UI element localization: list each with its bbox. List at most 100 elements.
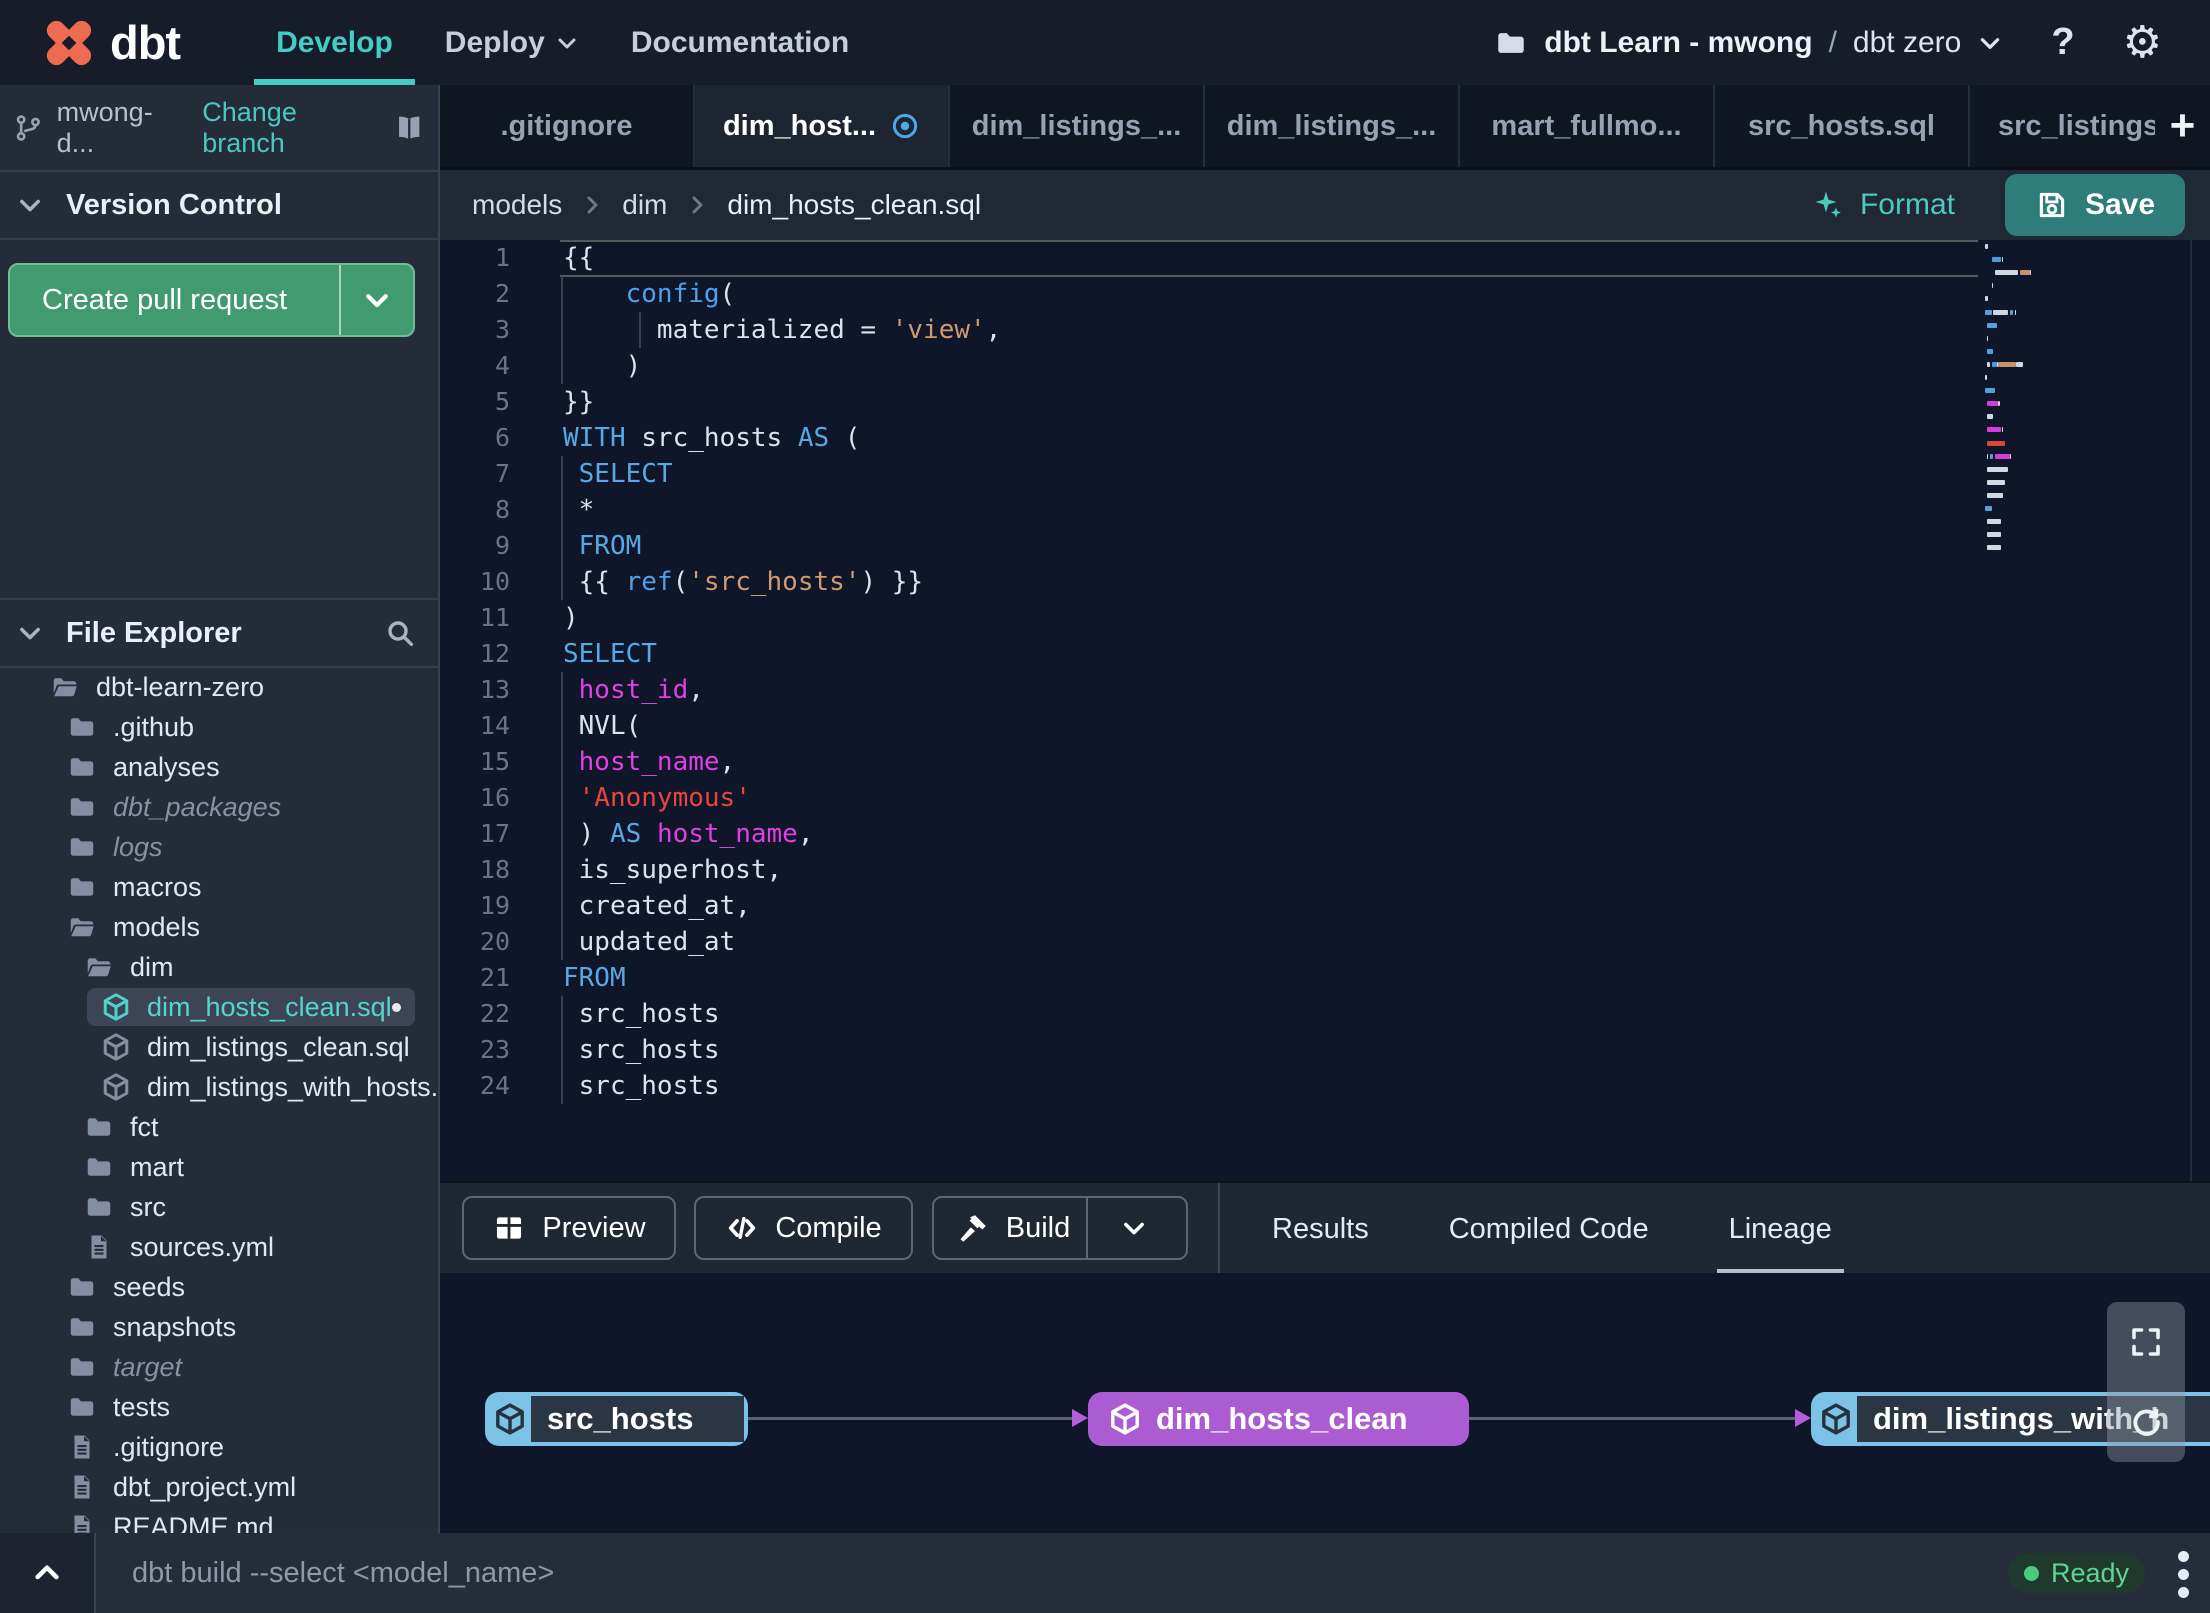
code-line[interactable]: updated_at (563, 924, 736, 960)
create-pr-dropdown-button[interactable] (341, 265, 413, 335)
minimap-line (2001, 427, 2004, 433)
code-line[interactable]: host_name, (563, 744, 736, 780)
refresh-icon[interactable] (2128, 1404, 2164, 1440)
code-line[interactable]: config( (563, 276, 736, 312)
code-line[interactable]: {{ ref('src_hosts') }} (563, 564, 923, 600)
dbt-logo[interactable]: dbt (38, 12, 181, 74)
tree-item-inner: tests (53, 1388, 414, 1426)
docs-book-icon[interactable] (394, 111, 424, 145)
code-line[interactable]: ) (563, 348, 642, 384)
code-line[interactable]: SELECT (563, 456, 673, 492)
fullscreen-icon[interactable] (2128, 1324, 2164, 1360)
file-tab-dim-host-[interactable]: dim_host... (695, 85, 950, 167)
code-line[interactable]: }} (563, 384, 594, 420)
minimap-line (1986, 414, 1994, 420)
tree-item--gitignore[interactable]: .gitignore (0, 1427, 436, 1467)
tree-item-mart[interactable]: mart (0, 1147, 436, 1187)
file-tab-src-listings-[interactable]: src_listings. (1970, 85, 2155, 167)
tree-item-readme-md[interactable]: README.md (0, 1507, 436, 1533)
preview-button[interactable]: Preview (462, 1196, 676, 1260)
folder-icon (70, 758, 94, 776)
tree-item-logs[interactable]: logs (0, 827, 436, 867)
tree-item-snapshots[interactable]: snapshots (0, 1307, 436, 1347)
tab-results[interactable]: Results (1260, 1183, 1381, 1275)
tree-item-macros[interactable]: macros (0, 867, 436, 907)
build-button[interactable]: Build (932, 1196, 1188, 1260)
lineage-node-src-hosts[interactable]: src_hosts (485, 1392, 748, 1446)
code-line[interactable]: ) (563, 600, 579, 636)
version-control-header[interactable]: Version Control (0, 170, 438, 240)
code-line[interactable]: NVL( (563, 708, 642, 744)
settings-gear-icon[interactable]: ⚙ (2123, 20, 2162, 65)
create-pull-request-label[interactable]: Create pull request (10, 265, 339, 335)
minimap-line (1998, 361, 2017, 367)
tree-item-sources-yml[interactable]: sources.yml (0, 1227, 436, 1267)
code-line[interactable]: * (563, 492, 595, 528)
code-editor[interactable]: 1 {{2 config(3 materialized = 'view', 4 ) 5… (440, 240, 2210, 1181)
unsaved-indicator-icon[interactable] (890, 111, 920, 141)
tree-item-label: dim_listings_with_hosts... (147, 1071, 436, 1102)
tree-item-tests[interactable]: tests (0, 1387, 436, 1427)
lineage-node-dim-hosts-clean[interactable]: dim_hosts_clean (1088, 1392, 1469, 1446)
tree-item-dbt-packages[interactable]: dbt_packages (0, 787, 436, 827)
editor-scrollbar-track[interactable] (2190, 240, 2192, 1181)
tree-item-src[interactable]: src (0, 1187, 436, 1227)
code-line[interactable]: src_hosts (563, 996, 720, 1032)
tree-item-fct[interactable]: fct (0, 1107, 436, 1147)
code-line[interactable]: host_id, (563, 672, 704, 708)
kebab-menu[interactable] (2178, 1551, 2192, 1598)
code-line[interactable]: created_at, (563, 888, 751, 924)
file-tab-dim-listings-[interactable]: dim_listings_... (950, 85, 1205, 167)
minimap[interactable] (1985, 244, 2055, 574)
file-tab-mart-fullmo-[interactable]: mart_fullmo... (1460, 85, 1715, 167)
code-line[interactable]: WITH src_hosts AS ( (563, 420, 860, 456)
code-line[interactable]: FROM (563, 960, 626, 996)
help-button[interactable]: ? (2051, 21, 2074, 64)
compile-label: Compile (775, 1211, 882, 1244)
tree-item-seeds[interactable]: seeds (0, 1267, 436, 1307)
tree-item-label: .github (113, 711, 195, 742)
tree-item-dbt-project-yml[interactable]: dbt_project.yml (0, 1467, 436, 1507)
file-tab-dim-listings-[interactable]: dim_listings_... (1205, 85, 1460, 167)
command-input[interactable] (132, 1556, 2210, 1590)
command-bar-toggle[interactable] (0, 1533, 94, 1613)
file-tab-label: mart_fullmo... (1491, 109, 1682, 142)
compile-button[interactable]: Compile (694, 1196, 913, 1260)
tree-item-dbt-learn-zero[interactable]: dbt-learn-zero (0, 667, 436, 707)
project-selector[interactable]: dbt Learn - mwong / dbt zero (1494, 26, 2003, 60)
code-line[interactable]: is_superhost, (563, 852, 783, 888)
tree-item-analyses[interactable]: analyses (0, 747, 436, 787)
nav-item-documentation[interactable]: Documentation (605, 0, 875, 85)
tree-item-dim-hosts-clean-sql[interactable]: dim_hosts_clean.sql (0, 987, 436, 1027)
build-dropdown-button[interactable] (1104, 1214, 1164, 1242)
code-line[interactable]: 'Anonymous' (563, 780, 751, 816)
file-tab--gitignore[interactable]: .gitignore (440, 85, 695, 167)
tree-item-target[interactable]: target (0, 1347, 436, 1387)
change-branch-link[interactable]: Change branch (202, 97, 367, 159)
tree-item-dim-listings-with-hosts-[interactable]: dim_listings_with_hosts... (0, 1067, 436, 1107)
code-line[interactable]: SELECT (563, 636, 657, 672)
code-line[interactable]: src_hosts (563, 1068, 720, 1104)
tree-item-label: .gitignore (113, 1431, 225, 1462)
nav-item-deploy[interactable]: Deploy (419, 0, 605, 85)
tree-item-dim[interactable]: dim (0, 947, 436, 987)
code-line[interactable]: materialized = 'view', (563, 312, 1001, 348)
nav-item-develop[interactable]: Develop (250, 0, 419, 85)
tab-compiled-code[interactable]: Compiled Code (1437, 1183, 1661, 1275)
code-line[interactable]: ) AS host_name, (563, 816, 814, 852)
file-tab-src-hosts-sql[interactable]: src_hosts.sql (1715, 85, 1970, 167)
minimap-line (1985, 244, 1989, 249)
tree-item-models[interactable]: models (0, 907, 436, 947)
tree-item-dim-listings-clean-sql[interactable]: dim_listings_clean.sql (0, 1027, 436, 1067)
folder-icon (70, 1358, 94, 1376)
minimap-line (2009, 453, 2012, 459)
tab-lineage[interactable]: Lineage (1716, 1183, 1845, 1275)
format-button[interactable]: Format (1808, 170, 1955, 240)
code-line[interactable]: FROM (563, 528, 642, 564)
code-line[interactable]: {{ (563, 240, 594, 276)
save-button[interactable]: Save (2005, 174, 2185, 236)
code-line[interactable]: src_hosts (563, 1032, 720, 1068)
create-pull-request-button[interactable]: Create pull request (8, 263, 415, 337)
new-tab-button[interactable]: + (2155, 85, 2210, 167)
tree-item--github[interactable]: .github (0, 707, 436, 747)
